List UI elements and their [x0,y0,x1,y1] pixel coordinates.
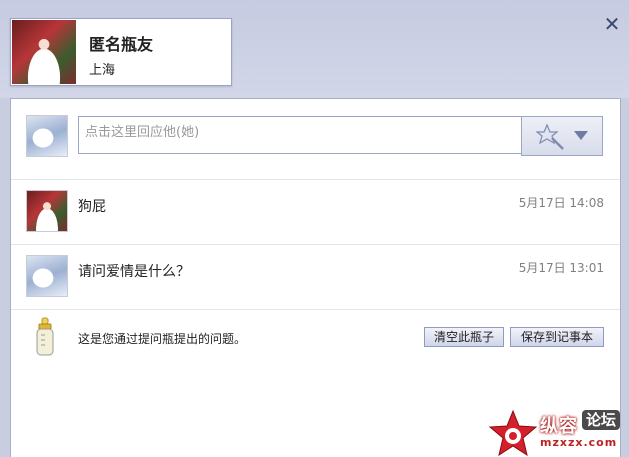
footer-note: 这是您通过提问瓶提出的问题。 [78,332,247,346]
message-row: 请问爱情是什么？ 5月17日 13:01 [11,245,620,310]
user-location: 上海 [89,63,116,78]
watermark-url: mzxzx.com [540,436,618,449]
reply-input[interactable] [78,116,521,154]
baby-bottle-icon [36,317,54,356]
reply-row [11,99,620,180]
user-avatar[interactable] [12,20,76,84]
watermark-star-icon [488,410,538,456]
message-time: 5月17日 14:08 [518,196,604,210]
magic-wand-star-icon [536,123,564,150]
footer-row: 这是您通过提问瓶提出的问题。 清空此瓶子 保存到记事本 [11,309,620,369]
user-card: 匿名瓶友 上海 [10,18,232,86]
anime-avatar[interactable] [26,255,68,297]
my-avatar [26,115,68,157]
user-name[interactable]: 匿名瓶友 [89,31,153,55]
message-text: 狗屁 [78,199,106,215]
close-icon[interactable]: ✕ [602,14,622,34]
emote-button[interactable] [521,116,603,156]
watermark-text: 纵容 [540,416,578,437]
chevron-down-icon [574,131,588,140]
conversation-panel: 狗屁 5月17日 14:08 请问爱情是什么？ 5月17日 13:01 这是您通… [10,98,621,457]
message-text: 请问爱情是什么？ [78,264,190,280]
save-to-notes-button[interactable]: 保存到记事本 [510,327,604,347]
clear-bottle-button[interactable]: 清空此瓶子 [424,327,504,347]
message-time: 5月17日 13:01 [518,261,604,275]
watermark: 纵容 论坛 mzxzx.com [488,408,629,456]
message-row: 狗屁 5月17日 14:08 [11,180,620,245]
watermark-tag: 论坛 [582,410,621,430]
bride-avatar[interactable] [26,190,68,232]
